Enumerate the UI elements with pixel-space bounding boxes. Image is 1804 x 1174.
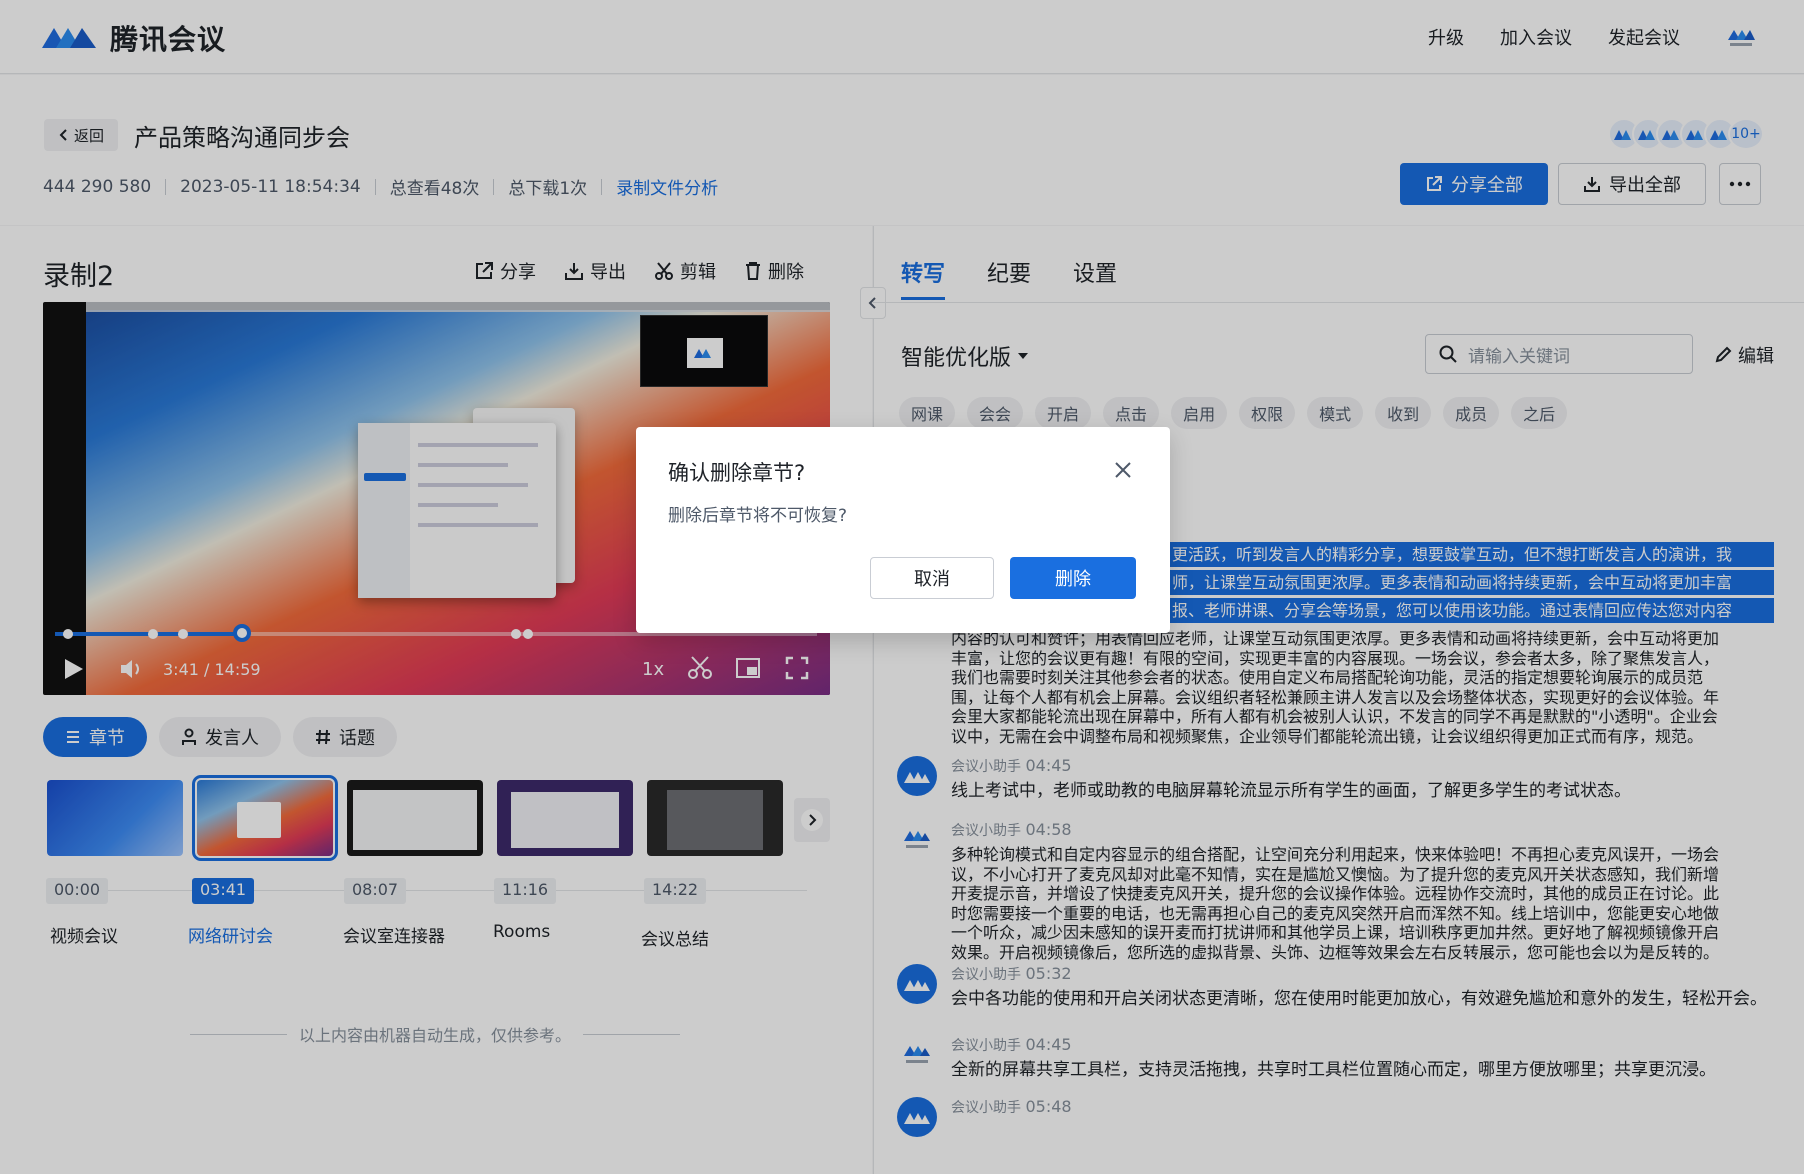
confirm-delete-button[interactable]: 删除 bbox=[1010, 557, 1136, 599]
cancel-button[interactable]: 取消 bbox=[870, 557, 994, 599]
close-icon bbox=[1115, 462, 1131, 478]
confirm-delete-dialog: 确认删除章节? 删除后章节将不可恢复? 取消 删除 bbox=[636, 427, 1170, 633]
dialog-close-button[interactable] bbox=[1114, 461, 1132, 479]
dialog-title: 确认删除章节? bbox=[668, 461, 806, 485]
dialog-message: 删除后章节将不可恢复? bbox=[668, 506, 848, 526]
